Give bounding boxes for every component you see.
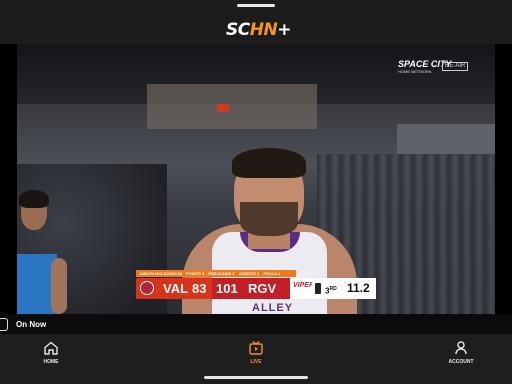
stat-rebounds: REBOUNDS 2	[208, 271, 235, 276]
scorebug: JABARI MCLAUGHLIN POINTS 5 REBOUNDS 2 AS…	[136, 270, 376, 300]
game-clock: 3RD 11.2	[312, 278, 376, 299]
logo-text-hn: HN	[249, 20, 278, 40]
logo-text-sc: SC	[226, 20, 250, 40]
player-left	[17, 190, 67, 314]
video-frame[interactable]: ALLEY SPACE CITY HOME NETWORK RE-AIR JAB…	[17, 44, 495, 314]
tab-home[interactable]: HOME	[21, 340, 81, 370]
away-team-logo-icon	[136, 278, 158, 299]
network-subtitle: HOME NETWORK	[398, 69, 432, 74]
bottom-nav: HOME LIVE ACCOUNT	[0, 334, 512, 384]
arena-lights	[397, 124, 495, 154]
home-indicator	[204, 376, 308, 379]
network-bug: SPACE CITY HOME NETWORK RE-AIR	[398, 59, 488, 77]
schedule-icon	[0, 318, 8, 331]
stat-points: POINTS 5	[186, 271, 205, 276]
away-team-abbr: VAL	[163, 281, 189, 296]
score-row: VAL 83 101 RGV VIPERS 3RD 11.2	[136, 278, 376, 299]
live-tv-icon	[249, 341, 263, 355]
player-stat-strip: JABARI MCLAUGHLIN POINTS 5 REBOUNDS 2 AS…	[136, 270, 296, 277]
possession-icon	[315, 283, 321, 294]
home-icon	[44, 341, 58, 355]
arena-banner	[147, 84, 317, 129]
top-grabber-handle	[237, 4, 275, 7]
tab-account-label: ACCOUNT	[448, 359, 474, 365]
home-team-score: 101	[216, 281, 238, 296]
on-now-label: On Now	[16, 320, 47, 329]
jersey-text: ALLEY	[252, 302, 294, 314]
app-header: SCHN+	[0, 0, 512, 44]
quarter-suffix: RD	[329, 286, 337, 292]
tab-account[interactable]: ACCOUNT	[431, 340, 491, 370]
player-main-beard	[240, 202, 298, 236]
player-left-hair	[19, 190, 49, 208]
schn-plus-logo: SCHN+	[226, 18, 291, 42]
exit-sign	[217, 104, 229, 112]
on-now-row[interactable]: On Now	[0, 316, 512, 334]
logo-plus: +	[277, 20, 291, 40]
away-team-block: VAL 83	[158, 278, 212, 299]
stat-fouls: FOULS 4	[263, 271, 281, 276]
stat-player-name: JABARI MCLAUGHLIN	[139, 271, 182, 276]
account-icon	[455, 341, 467, 355]
quarter: 3RD	[325, 284, 337, 297]
home-team-abbr: RGV	[248, 281, 277, 296]
tab-home-label: HOME	[43, 359, 59, 365]
stat-assists: ASSISTS 2	[238, 271, 260, 276]
away-team-score: 83	[192, 281, 207, 296]
tab-live[interactable]: LIVE	[226, 340, 286, 370]
video-player[interactable]: ALLEY SPACE CITY HOME NETWORK RE-AIR JAB…	[0, 44, 512, 314]
re-air-badge: RE-AIR	[442, 62, 469, 71]
home-team-block: 101 RGV	[212, 278, 290, 299]
player-left-arm	[51, 258, 67, 314]
player-main-hair	[232, 148, 306, 178]
clock-time: 11.2	[347, 281, 370, 295]
home-team-logo-icon: VIPERS	[290, 278, 319, 299]
tab-live-label: LIVE	[250, 359, 262, 365]
